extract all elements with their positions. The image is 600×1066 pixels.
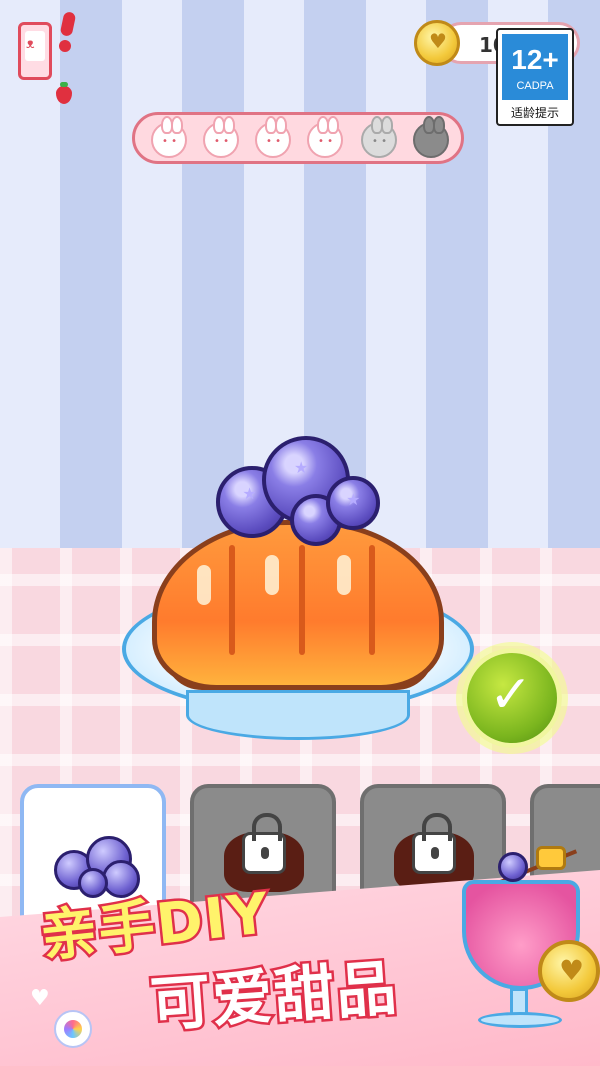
app-logo-icon xyxy=(54,1010,92,1048)
progress-bunny-icon: • • xyxy=(307,116,343,158)
progress-bunny-icon: • • xyxy=(203,116,239,158)
phone-menu-button[interactable]: ᴥ xyxy=(18,22,52,80)
age-rating-number: 12+ xyxy=(511,44,559,75)
bunny-coin-icon xyxy=(414,20,460,66)
glass-foot xyxy=(478,1012,562,1028)
bunny-coin-icon xyxy=(538,940,600,1002)
check-icon: ✓ xyxy=(489,665,533,725)
age-rating-org: CADPA xyxy=(516,80,554,92)
progress-bunny-icon: • • xyxy=(151,116,187,158)
promo-subheadline: 可爱甜品 xyxy=(146,951,403,1043)
alert-icon xyxy=(58,11,77,52)
blueberry-topping: ★ xyxy=(326,476,380,530)
age-rating-panel: 12+ CADPA xyxy=(502,34,568,100)
confirm-button[interactable]: ✓ xyxy=(462,648,562,748)
level-progress-bar: • • • • • • • • • • xyxy=(132,112,464,164)
blueberry-icon xyxy=(498,852,528,882)
age-rating-badge: 12+ CADPA 适龄提示 xyxy=(496,28,574,126)
phone-bunny-icon: ᴥ xyxy=(26,36,35,52)
heart-icon: ♥ xyxy=(30,986,50,1011)
age-rating-hint: 适龄提示 xyxy=(510,106,559,120)
plate-rim xyxy=(186,690,410,740)
progress-bunny-icon: • • xyxy=(361,116,397,158)
progress-bunny-icon: • • xyxy=(255,116,291,158)
pineapple-icon xyxy=(536,846,566,870)
progress-bunny-icon xyxy=(413,116,449,158)
lock-icon xyxy=(412,813,456,874)
